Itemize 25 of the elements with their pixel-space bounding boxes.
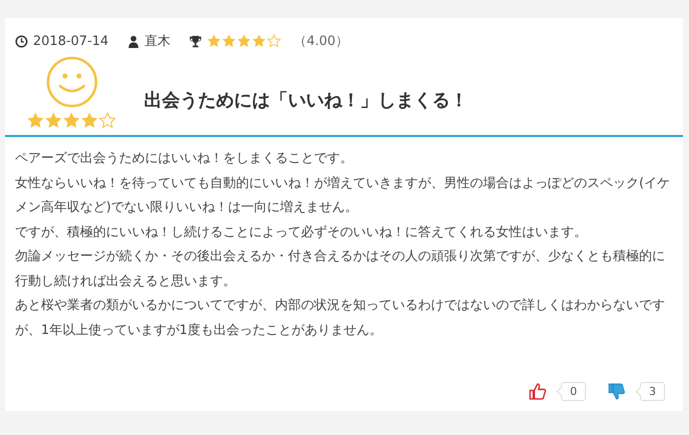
- person-icon: [126, 34, 140, 48]
- review-paragraph: 勿論メッセージが続くか・その後出会えるか・付き合えるかはその人の頑張り次第ですが、少なくとも積極的に行動し続ければ出会えると思います。: [15, 248, 666, 290]
- review-paragraph: あと桜や業者の類がいるかについてですが、内部の状況を知っているわけではないので詳しくはわからないですが、1年以上使っていますが1度も出会ったことがありません。: [15, 297, 666, 340]
- like-count: 0: [556, 382, 586, 401]
- filled-star-icon: [252, 34, 266, 48]
- filled-star-icon: [63, 112, 80, 129]
- review-title: 出会うためには「いいね！」しまくる！: [144, 88, 468, 112]
- thumbs-up-icon[interactable]: [529, 383, 546, 400]
- author-name: 直木: [144, 33, 171, 50]
- rating-score: （4.00）: [294, 33, 349, 50]
- trophy-icon: [188, 34, 202, 48]
- filled-star-icon: [27, 112, 44, 129]
- review-paragraph: ペアーズで出会うためにはいいね！をしまくることです。: [15, 150, 354, 168]
- review-paragraph: ですが、積極的にいいね！し続けることによって必ずそのいいね！に答えてくれる女性はいます。: [15, 224, 588, 242]
- thumbs-down-icon[interactable]: [608, 383, 625, 400]
- dislike-count: 3: [635, 382, 665, 401]
- filled-star-icon: [81, 112, 98, 129]
- filled-star-icon: [236, 34, 251, 48]
- filled-star-icon: [222, 34, 236, 48]
- review-paragraph: 女性ならいいね！を待っていても自動的にいいね！が増えていきますが、男性の場合はよっぽどのスペック(イケメン高年収など)でない限りいいね！は一向に増えません。: [15, 174, 672, 217]
- clock-icon: [15, 34, 28, 48]
- filled-star-icon: [206, 34, 221, 48]
- smiley-icon: [46, 56, 98, 108]
- review-date: 2018-07-14: [33, 34, 109, 48]
- filled-star-icon: [45, 112, 62, 129]
